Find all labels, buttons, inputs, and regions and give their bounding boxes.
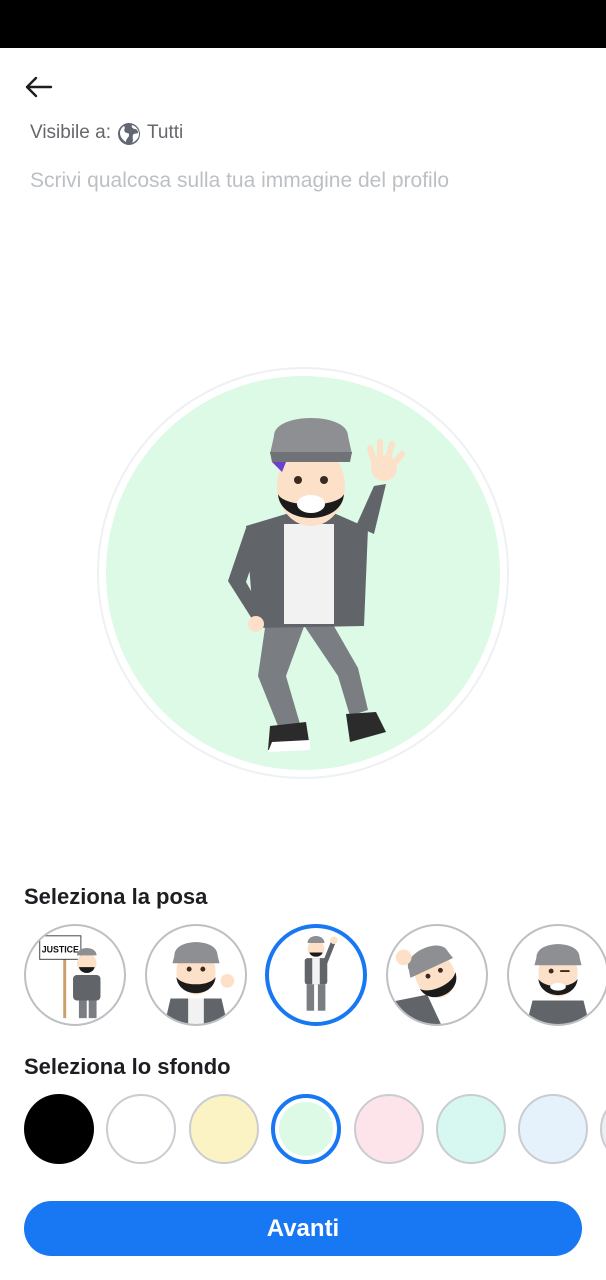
background-color-picker[interactable] (0, 1094, 606, 1166)
background-swatch-light-blue[interactable] (518, 1094, 588, 1164)
background-swatch-pink[interactable] (354, 1094, 424, 1164)
back-button[interactable] (20, 70, 56, 104)
arrow-left-icon (25, 76, 53, 98)
background-swatch-gray[interactable] (600, 1094, 606, 1164)
avatar-pose-justice-thumbnail: JUSTICE (39, 935, 101, 1019)
visibility-value: Tutti (146, 122, 184, 143)
visibility-label: Visibile a: (30, 122, 111, 143)
background-swatch-white[interactable] (106, 1094, 176, 1164)
pose-option-wink[interactable] (507, 924, 606, 1026)
pose-option-wave-closeup[interactable] (145, 924, 247, 1026)
pose-option-justice[interactable]: JUSTICE (24, 924, 126, 1026)
background-section-title: Seleziona lo sfondo (24, 1054, 231, 1079)
background-swatch-black[interactable] (24, 1094, 94, 1164)
caption-input[interactable] (30, 164, 576, 198)
pose-carousel[interactable]: JUSTICE (0, 924, 606, 1028)
pose-section-title: Seleziona la posa (24, 884, 208, 909)
protest-sign-text: JUSTICE (42, 944, 79, 954)
status-bar (0, 0, 606, 48)
avatar-pose-wink-thumbnail (526, 944, 590, 1024)
globe-icon (117, 123, 140, 145)
background-swatch-aqua[interactable] (436, 1094, 506, 1164)
background-swatch-mint[interactable] (271, 1094, 341, 1164)
audience-selector[interactable]: Visibile a: Tutti (30, 118, 183, 148)
avatar-pose-lean-thumbnail (388, 945, 457, 1024)
pose-option-lean-wave[interactable] (386, 924, 488, 1026)
background-swatch-mint-fill (279, 1102, 333, 1156)
avatar-pose-closeup-thumbnail (164, 942, 235, 1024)
avatar-pose-waving-thumbnail (304, 935, 338, 1011)
background-swatch-yellow[interactable] (189, 1094, 259, 1164)
next-button[interactable]: Avanti (24, 1201, 582, 1256)
pose-option-wave-full[interactable] (265, 924, 367, 1026)
avatar-preview-image (228, 418, 405, 752)
profile-preview (106, 376, 500, 770)
